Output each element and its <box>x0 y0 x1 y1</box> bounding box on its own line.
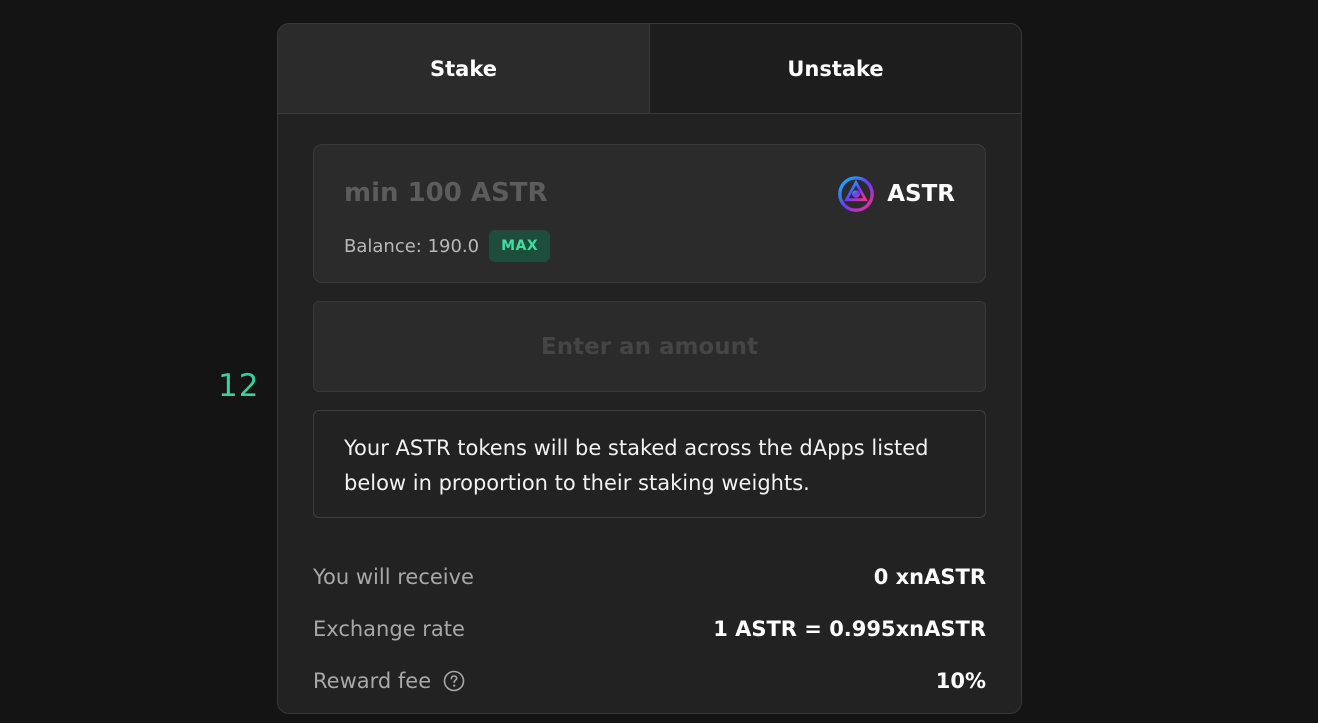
summary-row-exchange-rate: Exchange rate 1 ASTR = 0.995xnASTR <box>313 603 986 655</box>
reward-fee-label: Reward fee <box>313 669 432 693</box>
receive-value: 0 xnASTR <box>873 565 986 589</box>
amount-input-box: ASTR Balance: 190.0 MAX <box>313 144 986 283</box>
info-notice: Your ASTR tokens will be staked across t… <box>313 410 986 518</box>
tab-unstake[interactable]: Unstake <box>650 24 1021 113</box>
tab-stake[interactable]: Stake <box>278 24 650 113</box>
token-symbol: ASTR <box>887 181 955 207</box>
submit-button[interactable]: Enter an amount <box>313 301 986 392</box>
stake-card: Stake Unstake ASTR <box>277 23 1022 714</box>
max-button[interactable]: MAX <box>489 230 551 262</box>
exchange-rate-label: Exchange rate <box>313 617 465 641</box>
astar-logo-icon <box>838 176 875 212</box>
summary-row-receive: You will receive 0 xnASTR <box>313 551 986 603</box>
question-circle-icon[interactable] <box>443 670 465 692</box>
stake-tabs: Stake Unstake <box>278 24 1021 114</box>
summary-row-reward-fee: Reward fee 10% <box>313 655 986 707</box>
summary-list: You will receive 0 xnASTR Exchange rate … <box>313 551 986 707</box>
balance-row: Balance: 190.0 MAX <box>344 230 551 262</box>
reward-fee-label-group: Reward fee <box>313 669 465 693</box>
side-number-label: 12 <box>218 368 260 404</box>
exchange-rate-value: 1 ASTR = 0.995xnASTR <box>713 617 986 641</box>
receive-label: You will receive <box>313 565 474 589</box>
amount-input[interactable] <box>344 178 744 208</box>
balance-text: Balance: 190.0 <box>344 235 480 257</box>
token-selector: ASTR <box>837 175 955 213</box>
reward-fee-value: 10% <box>935 669 986 693</box>
stake-form: ASTR Balance: 190.0 MAX Enter an amount … <box>278 114 1021 707</box>
